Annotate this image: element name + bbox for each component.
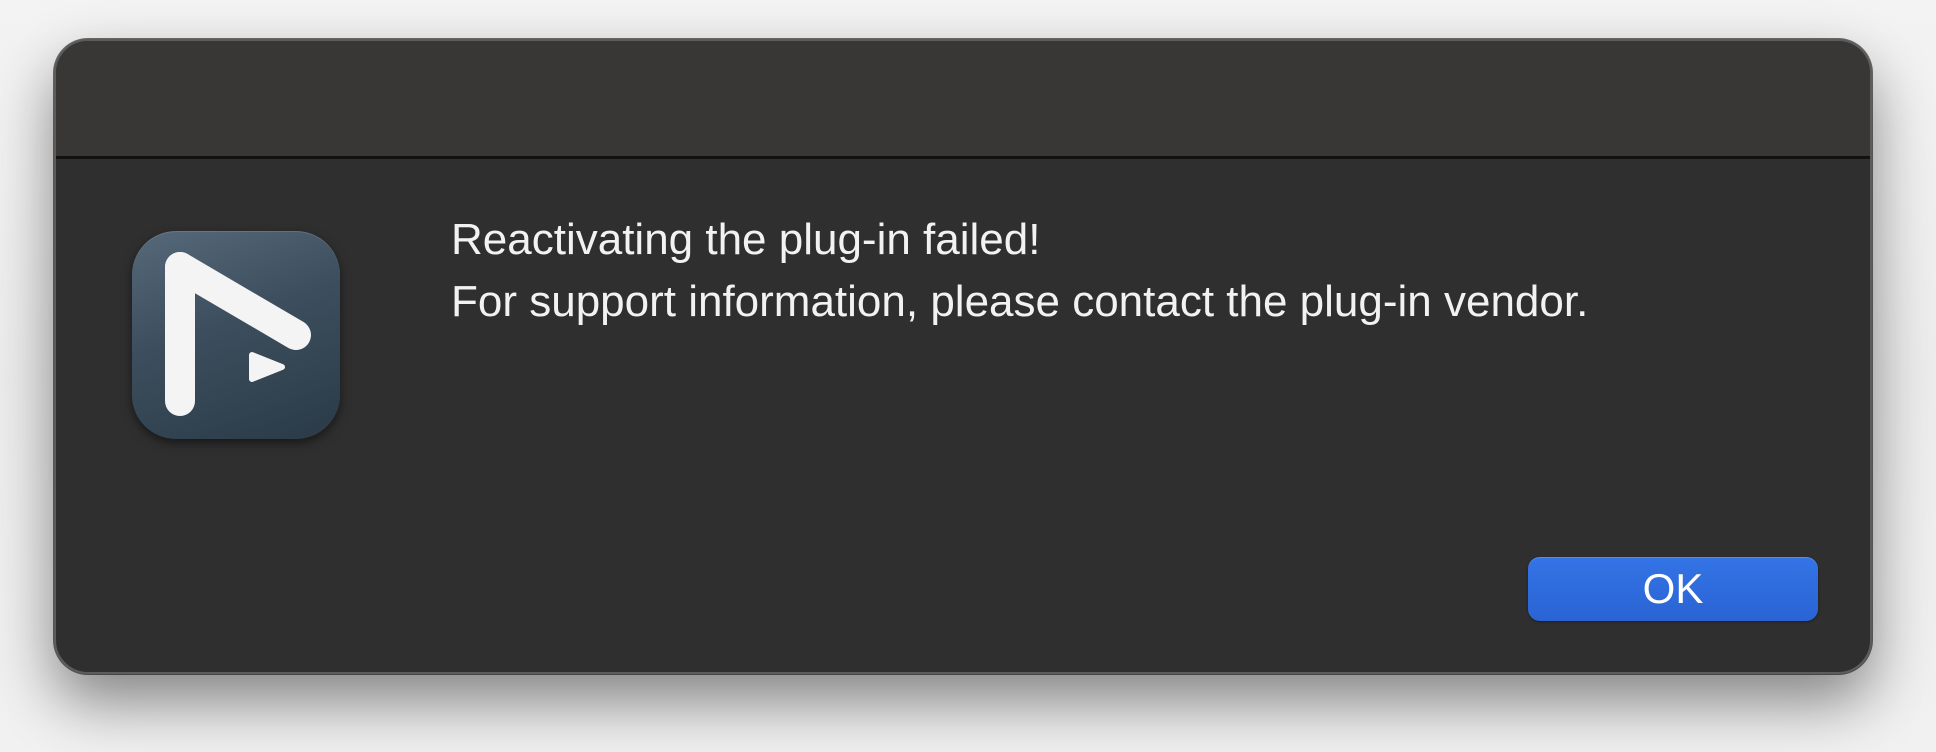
alert-message-line-1: Reactivating the plug-in failed! (451, 215, 1041, 264)
alert-message-line-2: For support information, please contact … (451, 277, 1589, 326)
alert-dialog: Reactivating the plug-in failed! For sup… (54, 39, 1872, 674)
play-logo-icon (165, 252, 311, 416)
dialog-titlebar[interactable] (56, 41, 1870, 159)
app-icon (132, 231, 340, 439)
alert-message: Reactivating the plug-in failed! For sup… (451, 209, 1588, 333)
ok-button[interactable]: OK (1528, 557, 1818, 621)
